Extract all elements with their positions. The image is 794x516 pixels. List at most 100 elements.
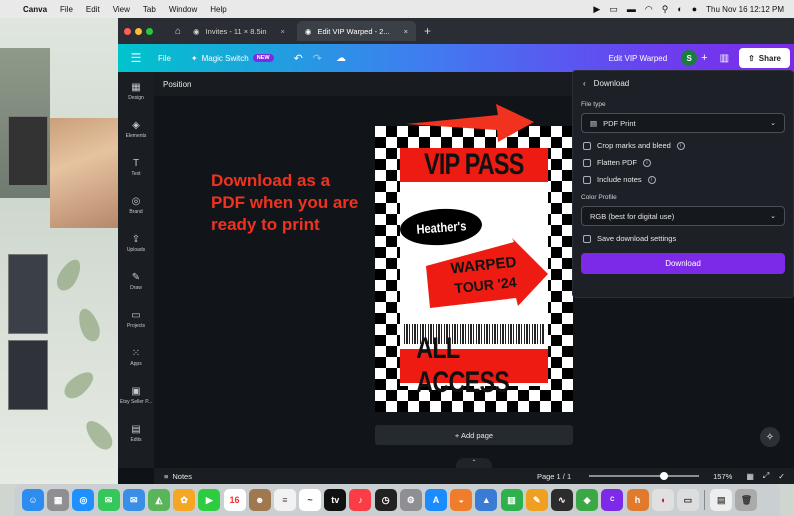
tv-icon[interactable]: tv — [324, 489, 347, 511]
sidebar-item-elements[interactable]: ◈ Elements — [118, 110, 154, 148]
system-settings-icon[interactable]: ⚙ — [399, 489, 422, 511]
red-arrow-graphic[interactable]: WARPED TOUR '24 — [422, 238, 550, 308]
collapse-handle[interactable]: ⌃ — [456, 458, 492, 468]
launchpad-icon[interactable]: ▦ — [47, 489, 70, 511]
file-type-select[interactable]: ▤ PDF Print ⌄ — [581, 113, 785, 133]
page-indicator[interactable]: Page 1 / 1 — [537, 472, 571, 481]
maps-icon[interactable]: ◭ — [147, 489, 170, 511]
clock-icon[interactable]: ◷ — [374, 489, 397, 511]
keynote-icon[interactable]: ▲ — [475, 489, 498, 511]
search-icon[interactable]: ⚲ — [662, 4, 669, 15]
finder-icon[interactable]: ☺ — [22, 489, 44, 511]
play-icon[interactable]: ▶ — [593, 4, 600, 15]
file-menu-button[interactable]: File — [158, 54, 171, 63]
pass-card[interactable]: VIP PASS WARPED TOUR '24 Heather's ALL A… — [398, 148, 550, 399]
avatar[interactable]: S — [681, 50, 698, 66]
home-icon[interactable]: ⌂ — [175, 26, 181, 37]
calendar-icon[interactable]: 16 — [223, 489, 246, 511]
vip-pass-banner[interactable]: VIP PASS — [400, 148, 548, 182]
close-window-icon[interactable] — [124, 27, 131, 35]
cloud-save-icon[interactable]: ☁ — [336, 53, 346, 64]
zoom-level[interactable]: 157% — [713, 472, 732, 481]
trash-icon[interactable]: 🗑 — [735, 489, 758, 511]
facetime-icon[interactable]: ▶ — [198, 489, 221, 511]
activity-monitor-icon[interactable]: ∿ — [550, 489, 573, 511]
contacts-icon[interactable]: ☻ — [248, 489, 271, 511]
tab-invites[interactable]: ◉ Invites - 11 × 8.5in × — [185, 21, 293, 41]
zoom-slider[interactable] — [589, 472, 700, 480]
menubar-tab[interactable]: Tab — [143, 5, 156, 14]
safari-icon[interactable]: ◎ — [72, 489, 95, 511]
menubar-edit[interactable]: Edit — [86, 5, 100, 14]
sidebar-item-uploads[interactable]: ⇪ Uploads — [118, 224, 154, 262]
info-icon[interactable]: i — [647, 175, 656, 184]
siri-icon[interactable]: ● — [692, 4, 697, 14]
include-notes-checkbox[interactable] — [583, 175, 591, 184]
photos-icon[interactable]: ✿ — [173, 489, 196, 511]
instruments-icon[interactable]: ◒ — [450, 489, 473, 511]
zoom-slider-knob[interactable] — [659, 472, 668, 480]
new-tab-icon[interactable]: + — [424, 24, 431, 38]
help-icon[interactable]: ✓ — [778, 472, 785, 481]
document-title[interactable]: Edit VIP Warped — [608, 54, 667, 63]
canva-app-icon[interactable]: C — [601, 489, 624, 511]
pages-icon[interactable]: ✎ — [525, 489, 548, 511]
downloads-stack-icon[interactable]: ▤ — [710, 489, 733, 511]
tab-edit-vip[interactable]: ◉ Edit VIP Warped - 2... × — [296, 21, 416, 41]
menubar-window[interactable]: Window — [169, 5, 197, 14]
app-store-icon[interactable]: A — [425, 489, 447, 511]
numbers-icon[interactable]: ▥ — [500, 489, 523, 511]
info-icon[interactable]: i — [643, 158, 652, 167]
crop-marks-option[interactable]: Crop marks and bleed i — [573, 137, 793, 154]
minimize-window-icon[interactable] — [135, 27, 142, 35]
preview-icon[interactable]: ▭ — [676, 489, 699, 511]
zoom-window-icon[interactable] — [146, 27, 153, 35]
add-page-button[interactable]: + Add page — [375, 425, 573, 445]
save-settings-checkbox[interactable] — [583, 234, 591, 243]
download-button[interactable]: Download — [581, 253, 785, 274]
include-notes-option[interactable]: Include notes i — [573, 171, 793, 188]
insights-icon[interactable]: ▥ — [720, 53, 729, 64]
music-icon[interactable]: ♪ — [349, 489, 372, 511]
menubar-view[interactable]: View — [113, 5, 130, 14]
control-center-icon[interactable]: ◐ — [677, 4, 682, 14]
back-icon[interactable]: ‹ — [583, 79, 586, 88]
sidebar-item-apps[interactable]: ⁙ Apps — [118, 338, 154, 376]
battery-icon[interactable]: ▬ — [627, 4, 636, 14]
sidebar-item-draw[interactable]: ✎ Draw — [118, 262, 154, 300]
lips-app-icon[interactable]: ◖ — [651, 489, 674, 511]
desktop-screenshot-thumb[interactable] — [8, 116, 48, 186]
display-icon[interactable]: ▭ — [609, 4, 618, 15]
crop-marks-checkbox[interactable] — [583, 141, 591, 150]
messages-icon[interactable]: ✉ — [97, 489, 120, 511]
wifi-icon[interactable]: ◠ — [645, 4, 653, 15]
menubar-help[interactable]: Help — [210, 5, 226, 14]
hamburger-menu-icon[interactable]: ☰ — [118, 51, 154, 65]
menubar-clock[interactable]: Thu Nov 16 12:12 PM — [706, 5, 784, 14]
flatten-pdf-option[interactable]: Flatten PDF i — [573, 154, 793, 171]
magic-sparkle-icon[interactable]: ✧ — [760, 427, 780, 447]
grid-view-icon[interactable]: ▦ — [746, 472, 754, 481]
design-page[interactable]: VIP PASS WARPED TOUR '24 Heather's ALL A… — [375, 126, 573, 412]
desktop-screenshot-thumb[interactable] — [8, 254, 48, 334]
freeform-icon[interactable]: ~ — [299, 489, 322, 511]
notes-button[interactable]: ≡ Notes — [164, 472, 192, 481]
add-collaborator-icon[interactable]: + — [701, 52, 707, 64]
menubar-app-name[interactable]: Canva — [23, 5, 47, 14]
mail-icon[interactable]: ✉ — [122, 489, 145, 511]
sidebar-item-edits[interactable]: ▤ Edits — [118, 414, 154, 452]
desktop-screenshot-thumb[interactable] — [8, 340, 48, 410]
close-tab-icon[interactable]: × — [281, 27, 285, 36]
sidebar-item-brand[interactable]: ◎ Brand — [118, 186, 154, 224]
etsy-icon[interactable]: h — [626, 489, 649, 511]
sidebar-item-projects[interactable]: ▭ Projects — [118, 300, 154, 338]
magic-switch-button[interactable]: ✦ Magic Switch NEW — [191, 54, 274, 63]
info-icon[interactable]: i — [676, 141, 685, 150]
redo-icon[interactable]: ↷ — [313, 52, 322, 65]
sidebar-item-text[interactable]: T Text — [118, 148, 154, 186]
sims-icon[interactable]: ◆ — [576, 489, 599, 511]
undo-icon[interactable]: ↶ — [294, 52, 303, 65]
menubar-file[interactable]: File — [60, 5, 73, 14]
fullscreen-icon[interactable]: ⤢ — [763, 471, 769, 481]
all-access-banner[interactable]: ALL ACCESS — [400, 332, 548, 399]
